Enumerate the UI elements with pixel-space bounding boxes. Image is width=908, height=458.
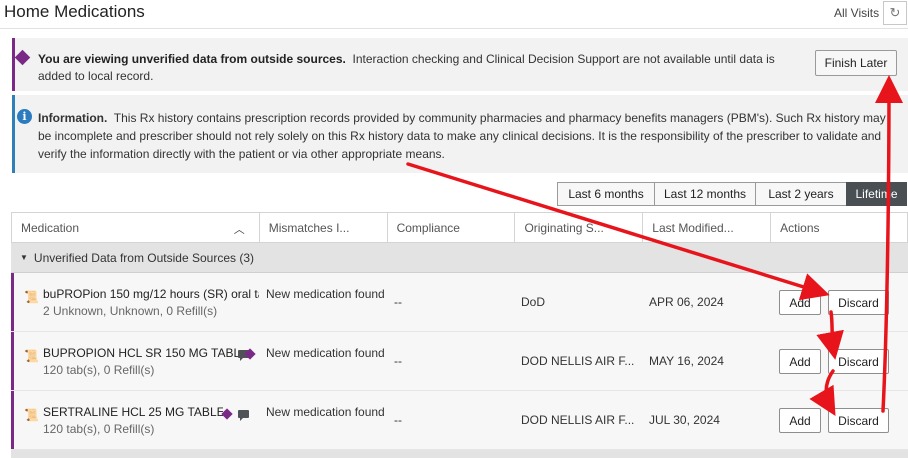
page-title: Home Medications (4, 2, 145, 21)
originating-source-cell: DOD NELLIS AIR F... (521, 354, 635, 368)
information-message: Information. This Rx history contains pr… (38, 109, 890, 163)
mismatch-cell: New medication found (266, 287, 385, 301)
column-header-mismatches[interactable]: Mismatches I... (260, 213, 388, 242)
medications-table: Medication ︿ Mismatches I... Compliance … (11, 212, 908, 458)
medication-name[interactable]: BUPROPION HCL SR 150 MG TABLET (43, 346, 239, 360)
compliance-cell: -- (394, 413, 402, 427)
all-visits-filter[interactable]: All Visits (834, 6, 879, 20)
medication-details: 120 tab(s), 0 Refill(s) (43, 363, 155, 377)
finish-later-button[interactable]: Finish Later (815, 50, 897, 76)
mismatch-cell: New medication found (266, 405, 385, 419)
tab-last-6-months[interactable]: Last 6 months (557, 182, 655, 206)
tab-lifetime[interactable]: Lifetime (846, 182, 907, 206)
group-label: Unverified Data from Outside Sources (3) (33, 250, 255, 265)
discard-button[interactable]: Discard (828, 290, 889, 315)
table-footer-strip (11, 450, 908, 458)
tab-last-12-months[interactable]: Last 12 months (654, 182, 756, 206)
information-text: This Rx history contains prescription re… (38, 111, 886, 161)
medication-details: 2 Unknown, Unknown, 0 Refill(s) (43, 304, 218, 318)
column-header-compliance[interactable]: Compliance (388, 213, 516, 242)
information-title: Information. (38, 111, 108, 125)
compliance-cell: -- (394, 354, 402, 368)
column-header-originating-source[interactable]: Originating S... (515, 213, 644, 242)
discard-button[interactable]: Discard (828, 349, 889, 374)
info-icon: i (17, 109, 32, 124)
prescription-scroll-icon: 📜 (24, 408, 39, 422)
mismatch-cell: New medication found (266, 346, 385, 360)
actions-cell: Add Discard (771, 332, 908, 390)
compliance-cell: -- (394, 295, 402, 309)
last-modified-cell: JUL 30, 2024 (649, 413, 720, 427)
header-divider (0, 28, 908, 29)
refresh-icon: ↻ (889, 5, 901, 20)
table-row[interactable]: 📜 buPROPion 150 mg/12 hours (SR) oral ta… (11, 273, 908, 332)
prescription-scroll-icon: 📜 (24, 290, 39, 304)
actions-cell: Add Discard (771, 391, 908, 449)
medication-details: 120 tab(s), 0 Refill(s) (43, 422, 155, 436)
sort-ascending-icon[interactable]: ︿ (234, 221, 245, 237)
discard-button[interactable]: Discard (828, 408, 889, 433)
medication-cell: 📜 SERTRALINE HCL 25 MG TABLET 120 tab(s)… (11, 391, 259, 449)
column-header-last-modified[interactable]: Last Modified... (643, 213, 772, 242)
table-row[interactable]: 📜 BUPROPION HCL SR 150 MG TABLET 120 tab… (11, 332, 908, 391)
tab-last-2-years[interactable]: Last 2 years (755, 182, 847, 206)
group-header-unverified[interactable]: ▼ Unverified Data from Outside Sources (… (11, 243, 908, 273)
column-label: Medication (21, 220, 80, 235)
medication-name[interactable]: buPROPion 150 mg/12 hours (SR) oral tabl… (43, 287, 259, 301)
add-button[interactable]: Add (779, 408, 821, 433)
prescription-scroll-icon: 📜 (24, 349, 39, 363)
date-range-tabs: Last 6 months Last 12 months Last 2 year… (557, 182, 907, 206)
actions-cell: Add Discard (771, 273, 908, 331)
medication-cell: 📜 BUPROPION HCL SR 150 MG TABLET 120 tab… (11, 332, 259, 390)
column-header-actions: Actions (771, 213, 908, 242)
medication-cell: 📜 buPROPion 150 mg/12 hours (SR) oral ta… (11, 273, 259, 331)
refresh-button[interactable]: ↻ (883, 1, 907, 25)
last-modified-cell: MAY 16, 2024 (649, 354, 724, 368)
add-button[interactable]: Add (779, 290, 821, 315)
add-button[interactable]: Add (779, 349, 821, 374)
unverified-data-message: You are viewing unverified data from out… (38, 51, 808, 85)
originating-source-cell: DoD (521, 295, 546, 309)
column-header-medication[interactable]: Medication ︿ (12, 213, 260, 242)
table-row[interactable]: 📜 SERTRALINE HCL 25 MG TABLET 120 tab(s)… (11, 391, 908, 450)
originating-source-cell: DOD NELLIS AIR F... (521, 413, 635, 427)
unverified-diamond-icon (221, 408, 233, 420)
collapse-caret-icon[interactable]: ▼ (20, 253, 28, 262)
last-modified-cell: APR 06, 2024 (649, 295, 724, 309)
comment-icon[interactable] (238, 410, 249, 421)
table-header: Medication ︿ Mismatches I... Compliance … (11, 212, 908, 243)
warning-title: You are viewing unverified data from out… (38, 52, 346, 66)
medication-name[interactable]: SERTRALINE HCL 25 MG TABLET (43, 405, 223, 419)
